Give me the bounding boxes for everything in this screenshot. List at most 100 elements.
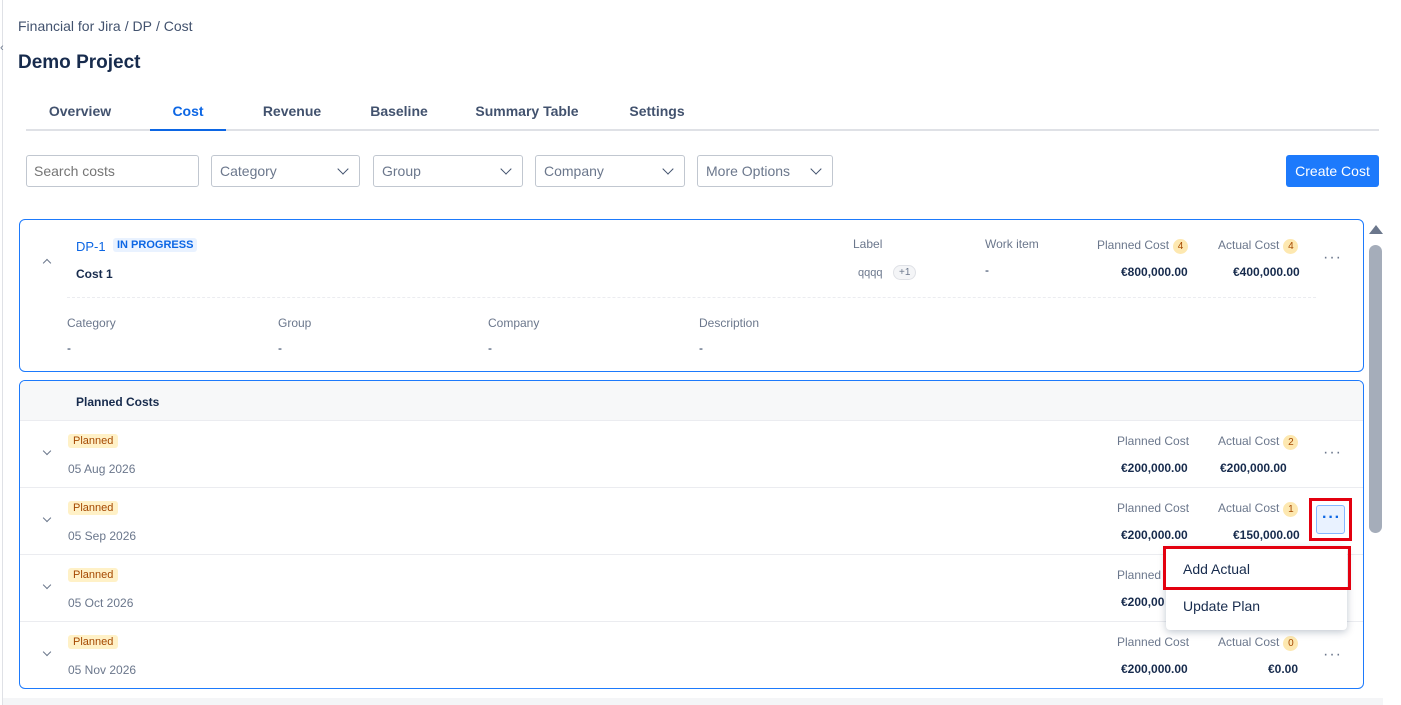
page-title: Demo Project [18,52,141,73]
actual-count-badge: 2 [1283,435,1299,450]
row-date: 05 Nov 2026 [68,663,137,677]
actual-cost-header: Actual Cost 1 [1218,501,1299,517]
cost-key-link[interactable]: DP-1 [76,239,106,254]
planned-cost-header: Planned [1117,568,1162,582]
row-actions-button[interactable]: ··· [1316,505,1345,534]
planned-cost-value: €200,000.00 [1121,461,1188,475]
actual-count-badge: 0 [1283,636,1299,651]
company-dropdown[interactable]: Company [535,155,685,187]
group-value: - [278,341,282,355]
table-row: Planned 05 Oct 2026 Planned €200,00 [20,555,1363,622]
row-date: 05 Aug 2026 [68,462,136,476]
company-dropdown-label: Company [544,163,604,179]
description-value: - [699,341,703,355]
breadcrumb: Financial for Jira / DP / Cost [18,18,193,34]
chevron-down-icon[interactable] [42,580,52,590]
sidebar-edge [0,0,3,705]
category-dropdown[interactable]: Category [211,155,360,187]
tab-baseline[interactable]: Baseline [364,103,434,129]
chevron-down-icon [810,163,822,175]
more-options-label: More Options [706,163,791,179]
work-item-header: Work item [985,237,1039,251]
planned-badge: Planned [68,434,119,448]
group-header: Group [278,316,312,330]
description-header: Description [699,316,760,330]
create-cost-button[interactable]: Create Cost [1286,155,1379,187]
company-value: - [488,341,492,355]
collapse-sidebar-icon[interactable]: ‹ [0,42,4,54]
chevron-down-icon [662,163,674,175]
actual-cost-value: €150,000.00 [1233,528,1300,542]
actual-cost-header: Actual Cost 2 [1218,434,1299,450]
planned-cost-value: €200,000.00 [1121,528,1188,542]
label-tag: qqqq [858,267,883,279]
status-badge: IN PROGRESS [113,238,198,252]
cost-name: Cost 1 [76,267,113,281]
table-row: Planned 05 Nov 2026 Planned Cost €200,00… [20,622,1363,688]
planned-cost-value: €800,000.00 [1121,265,1188,279]
tab-overview[interactable]: Overview [26,103,134,129]
breadcrumb-cost[interactable]: / Cost [156,18,193,34]
more-actions-icon[interactable]: ··· [1323,444,1342,462]
label-more-badge[interactable]: +1 [893,265,917,280]
category-value: - [67,341,71,355]
planned-badge: Planned [68,568,119,582]
highlight-box: ··· [1309,498,1352,541]
more-actions-icon[interactable]: ··· [1323,249,1342,267]
tab-revenue[interactable]: Revenue [248,103,336,129]
actual-cost-header-label: Actual Cost [1218,501,1280,515]
planned-cost-value: €200,000.00 [1121,662,1188,676]
horizontal-scrollbar [3,698,1383,705]
actual-count-badge: 1 [1283,502,1299,517]
label-header: Label [853,237,883,251]
category-dropdown-label: Category [220,163,277,179]
actual-cost-header: Actual Cost 0 [1218,635,1299,651]
planned-cost-header: Planned Cost [1117,434,1190,448]
divider [67,297,1316,298]
breadcrumb-app[interactable]: Financial for Jira [18,18,121,34]
category-header: Category [67,316,116,330]
chevron-down-icon[interactable] [42,647,52,657]
planned-cost-header: Planned Cost [1117,635,1190,649]
chevron-down-icon [500,163,512,175]
tab-cost[interactable]: Cost [150,103,226,131]
tab-settings[interactable]: Settings [624,103,690,129]
chevron-down-icon[interactable] [42,446,52,456]
actual-cost-value: €200,000.00 [1220,461,1287,475]
scroll-up-icon[interactable] [1369,225,1383,234]
planned-costs-panel: Planned Costs Planned 05 Aug 2026 Planne… [19,380,1364,689]
row-date: 05 Sep 2026 [68,529,137,543]
actual-cost-header-label: Actual Cost [1218,434,1280,448]
planned-cost-header-label: Planned Cost [1097,238,1170,252]
planned-badge: Planned [68,501,119,515]
more-actions-icon[interactable]: ··· [1323,646,1342,664]
work-item-value: - [985,263,989,277]
planned-badge: Planned [68,635,119,649]
planned-count-badge: 4 [1173,239,1189,254]
actual-cost-header-label: Actual Cost [1218,238,1280,252]
scrollbar-thumb[interactable] [1369,245,1382,533]
more-actions-icon: ··· [1322,509,1341,526]
chevron-down-icon[interactable] [42,513,52,523]
planned-costs-title: Planned Costs [76,395,160,409]
search-input[interactable] [26,155,199,187]
actual-cost-value: €0.00 [1268,662,1299,676]
group-dropdown-label: Group [382,163,421,179]
actual-cost-header-label: Actual Cost [1218,635,1280,649]
chevron-down-icon [337,163,349,175]
row-date: 05 Oct 2026 [68,596,134,610]
planned-cost-value: €200,00 [1121,595,1165,609]
more-options-dropdown[interactable]: More Options [697,155,833,187]
actual-count-badge: 4 [1283,239,1299,254]
table-row: Planned 05 Sep 2026 Planned Cost €200,00… [20,488,1363,555]
highlight-box [1163,546,1351,590]
group-dropdown[interactable]: Group [373,155,523,187]
table-row: Planned 05 Aug 2026 Planned Cost €200,00… [20,421,1363,488]
actual-cost-header: Actual Cost 4 [1218,238,1299,254]
company-header: Company [488,316,540,330]
menu-item-update-plan[interactable]: Update Plan [1183,598,1260,614]
breadcrumb-project[interactable]: / DP [125,18,152,34]
tab-summary-table[interactable]: Summary Table [472,103,582,129]
tab-bar: Overview Cost Revenue Baseline Summary T… [26,103,1379,131]
planned-cost-header: Planned Cost 4 [1097,238,1189,254]
